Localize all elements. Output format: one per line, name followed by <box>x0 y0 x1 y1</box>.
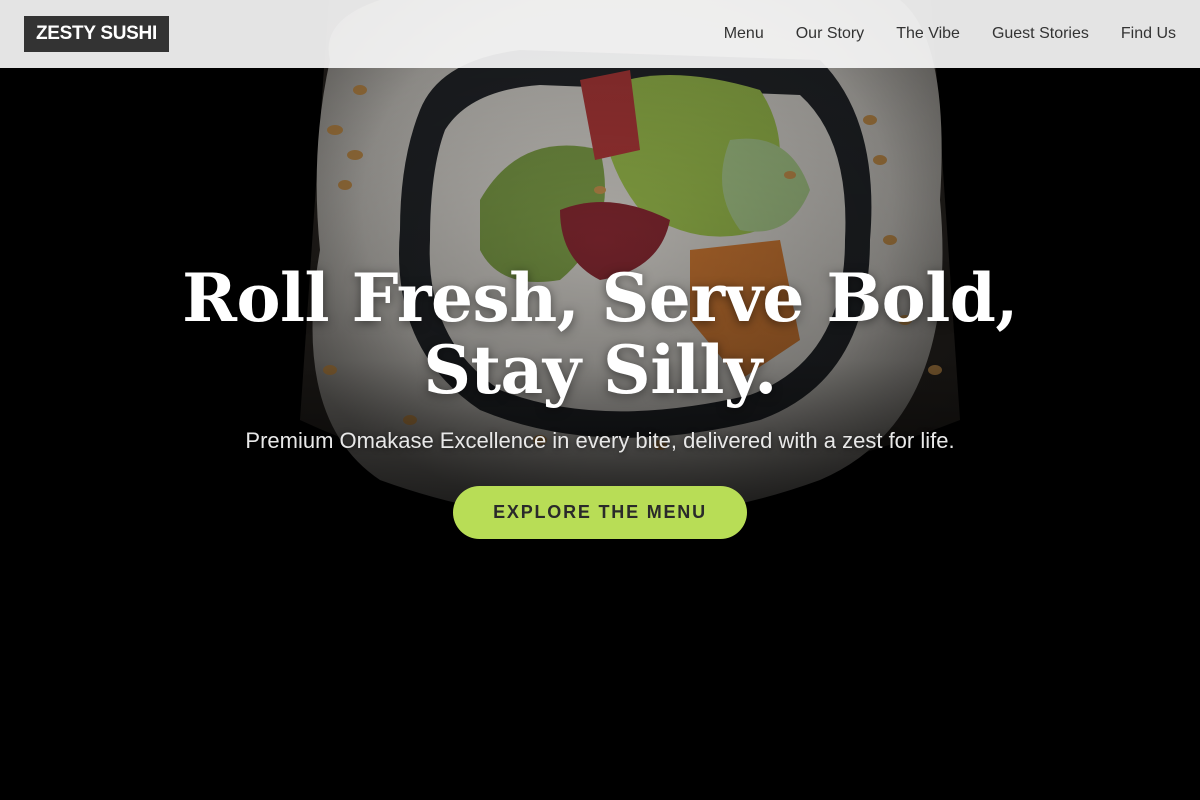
nav-item-the-vibe[interactable]: The Vibe <box>896 25 960 43</box>
nav-item-our-story[interactable]: Our Story <box>796 25 864 43</box>
site-header: ZESTY SUSHI Menu Our Story The Vibe Gues… <box>0 0 1200 68</box>
hero-content: Roll Fresh, Serve Bold, Stay Silly. Prem… <box>0 262 1200 539</box>
nav-item-find-us[interactable]: Find Us <box>1121 25 1176 43</box>
hero-title-line-2: Stay Silly. <box>423 331 777 409</box>
hero-title-line-1: Roll Fresh, Serve Bold, <box>182 259 1018 337</box>
explore-menu-button[interactable]: EXPLORE THE MENU <box>453 486 747 539</box>
nav-item-guest-stories[interactable]: Guest Stories <box>992 25 1089 43</box>
nav-item-menu[interactable]: Menu <box>724 25 764 43</box>
brand-logo[interactable]: ZESTY SUSHI <box>24 16 169 52</box>
hero-subtitle: Premium Omakase Excellence in every bite… <box>245 428 955 453</box>
main-nav: Menu Our Story The Vibe Guest Stories Fi… <box>724 25 1176 43</box>
hero-title: Roll Fresh, Serve Bold, Stay Silly. <box>0 262 1200 406</box>
